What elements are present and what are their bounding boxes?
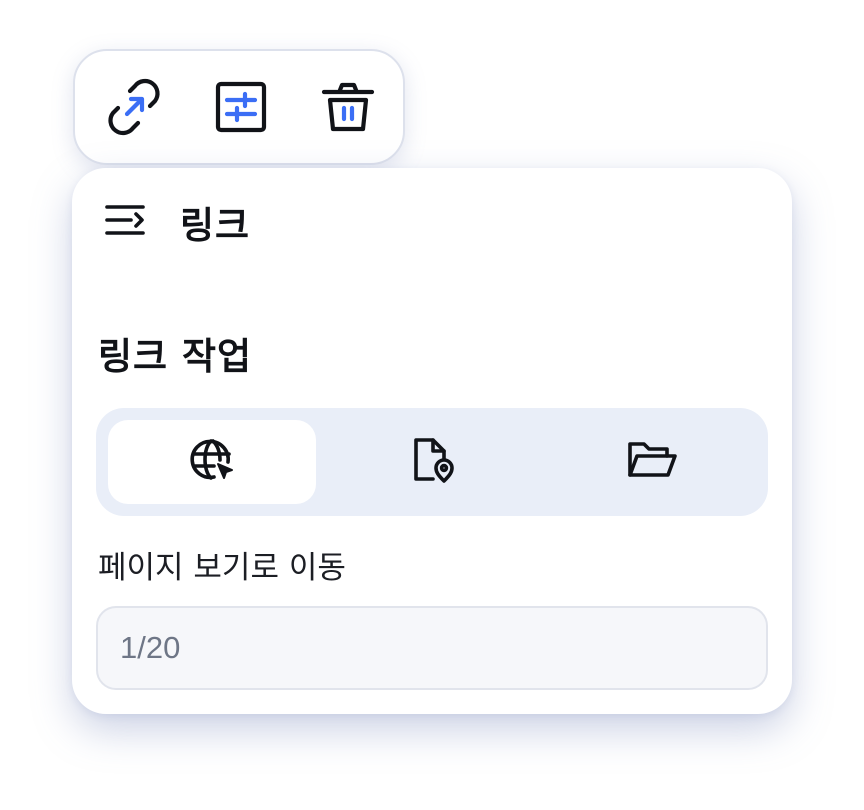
file-location-icon <box>407 435 457 489</box>
link-type-file[interactable] <box>548 420 756 504</box>
collapse-menu-button[interactable] <box>102 198 150 246</box>
link-settings-button[interactable] <box>209 75 273 139</box>
panel-header: 링크 <box>102 194 250 250</box>
link-type-web[interactable] <box>108 420 316 504</box>
menu-arrow-icon <box>103 200 149 244</box>
section-title: 링크 작업 <box>98 335 253 378</box>
link-icon <box>104 77 164 137</box>
link-type-selector <box>96 408 768 516</box>
link-button[interactable] <box>102 75 166 139</box>
link-panel: 링크 링크 작업 페이지 보기로 이동 1/20 <box>72 168 792 714</box>
page-number-input[interactable] <box>96 606 768 690</box>
link-type-page[interactable] <box>328 420 536 504</box>
settings-sliders-icon <box>211 77 271 137</box>
link-toolbar <box>73 49 405 165</box>
page-view-label: 페이지 보기로 이동 <box>98 550 346 586</box>
panel-title: 링크 <box>180 204 251 247</box>
folder-icon <box>625 435 679 489</box>
delete-link-button[interactable] <box>316 75 380 139</box>
link-editor: 링크 링크 작업 페이지 보기로 이동 1/20 <box>0 0 864 810</box>
globe-icon <box>187 435 237 489</box>
trash-icon <box>318 77 378 137</box>
